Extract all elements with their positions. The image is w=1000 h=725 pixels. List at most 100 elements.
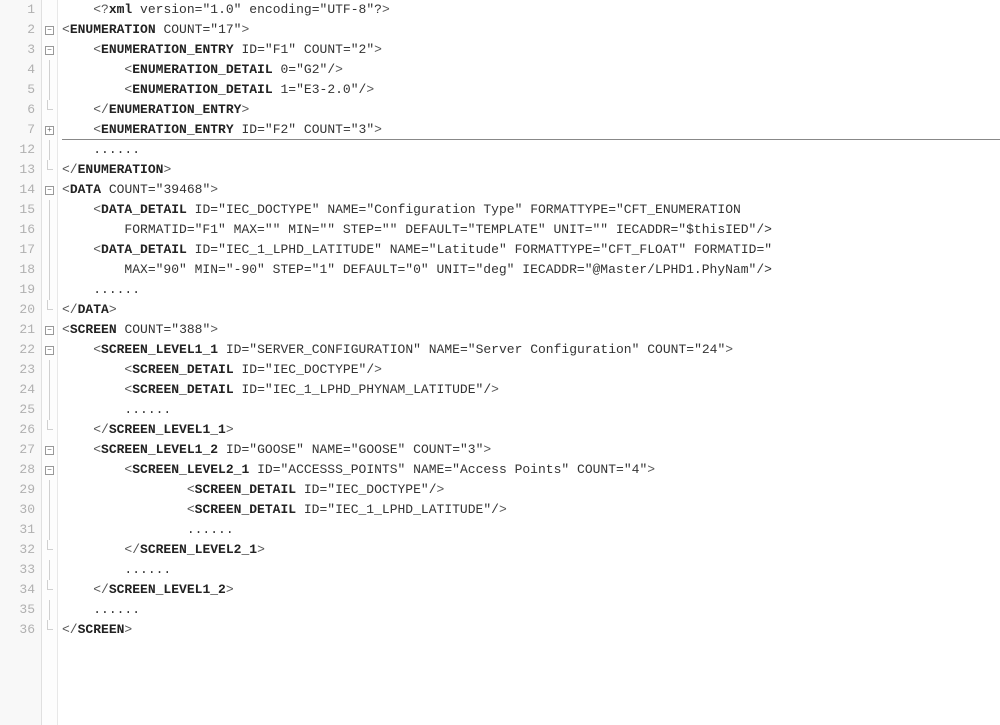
code-line[interactable]: ...... (62, 280, 1000, 300)
fold-collapse-icon[interactable]: − (45, 326, 54, 335)
line-number: 23 (0, 360, 41, 380)
fold-expand-icon[interactable]: + (45, 126, 54, 135)
fold-guide-icon (49, 360, 50, 380)
fold-end-icon (47, 420, 53, 430)
fold-end-icon (47, 160, 53, 170)
code-line[interactable]: <SCREEN_DETAIL ID="IEC_1_LPHD_LATITUDE"/… (62, 500, 1000, 520)
fold-guide-icon (49, 60, 50, 80)
line-number: 1 (0, 0, 41, 20)
code-line[interactable]: <SCREEN_LEVEL2_1 ID="ACCESSS_POINTS" NAM… (62, 460, 1000, 480)
fold-guide-icon (49, 380, 50, 400)
fold-collapse-icon[interactable]: − (45, 186, 54, 195)
fold-cell (42, 360, 57, 380)
fold-cell (42, 60, 57, 80)
fold-collapse-icon[interactable]: − (45, 346, 54, 355)
fold-cell: − (42, 340, 57, 360)
code-line[interactable]: </SCREEN_LEVEL2_1> (62, 540, 1000, 560)
fold-guide-icon (49, 220, 50, 240)
code-line[interactable]: <SCREEN COUNT="388"> (62, 320, 1000, 340)
fold-cell (42, 160, 57, 180)
code-line[interactable]: </DATA> (62, 300, 1000, 320)
line-number: 36 (0, 620, 41, 640)
fold-guide-icon (49, 600, 50, 620)
code-line[interactable]: </SCREEN_LEVEL1_2> (62, 580, 1000, 600)
line-number: 28 (0, 460, 41, 480)
fold-collapse-icon[interactable]: − (45, 446, 54, 455)
fold-cell (42, 620, 57, 640)
code-area[interactable]: <?xml version="1.0" encoding="UTF-8"?><E… (58, 0, 1000, 725)
code-line[interactable]: </SCREEN_LEVEL1_1> (62, 420, 1000, 440)
line-number: 12 (0, 140, 41, 160)
fold-guide-icon (49, 260, 50, 280)
line-number: 16 (0, 220, 41, 240)
fold-cell (42, 500, 57, 520)
fold-cell (42, 140, 57, 160)
code-line[interactable]: <SCREEN_DETAIL ID="IEC_DOCTYPE"/> (62, 360, 1000, 380)
fold-cell (42, 420, 57, 440)
line-number: 2 (0, 20, 41, 40)
fold-cell: − (42, 460, 57, 480)
line-number: 21 (0, 320, 41, 340)
code-line[interactable]: ...... (62, 560, 1000, 580)
code-line[interactable]: <ENUMERATION_ENTRY ID="F1" COUNT="2"> (62, 40, 1000, 60)
fold-cell: − (42, 40, 57, 60)
line-number: 14 (0, 180, 41, 200)
code-line[interactable]: <DATA_DETAIL ID="IEC_DOCTYPE" NAME="Conf… (62, 200, 1000, 220)
fold-guide-icon (49, 520, 50, 540)
fold-cell (42, 300, 57, 320)
fold-guide-icon (49, 140, 50, 160)
line-number: 25 (0, 400, 41, 420)
code-line[interactable]: ...... (62, 520, 1000, 540)
fold-guide-icon (49, 80, 50, 100)
code-line[interactable]: <DATA_DETAIL ID="IEC_1_LPHD_LATITUDE" NA… (62, 240, 1000, 260)
code-line[interactable]: <SCREEN_DETAIL ID="IEC_1_LPHD_PHYNAM_LAT… (62, 380, 1000, 400)
code-line[interactable]: <DATA COUNT="39468"> (62, 180, 1000, 200)
line-number: 4 (0, 60, 41, 80)
code-line[interactable]: <ENUMERATION_DETAIL 1="E3-2.0"/> (62, 80, 1000, 100)
fold-collapse-icon[interactable]: − (45, 466, 54, 475)
fold-collapse-icon[interactable]: − (45, 26, 54, 35)
fold-cell: − (42, 320, 57, 340)
line-number: 15 (0, 200, 41, 220)
code-line[interactable]: FORMATID="F1" MAX="" MIN="" STEP="" DEFA… (62, 220, 1000, 240)
fold-end-icon (47, 300, 53, 310)
fold-cell: − (42, 180, 57, 200)
code-line[interactable]: <SCREEN_LEVEL1_2 ID="GOOSE" NAME="GOOSE"… (62, 440, 1000, 460)
line-number: 6 (0, 100, 41, 120)
code-line[interactable]: </ENUMERATION_ENTRY> (62, 100, 1000, 120)
code-line[interactable]: MAX="90" MIN="-90" STEP="1" DEFAULT="0" … (62, 260, 1000, 280)
line-number: 19 (0, 280, 41, 300)
code-line[interactable]: <ENUMERATION COUNT="17"> (62, 20, 1000, 40)
line-number: 33 (0, 560, 41, 580)
fold-cell (42, 600, 57, 620)
fold-column: − − + − − − − − (42, 0, 58, 725)
line-number: 29 (0, 480, 41, 500)
code-line[interactable]: <SCREEN_DETAIL ID="IEC_DOCTYPE"/> (62, 480, 1000, 500)
fold-cell (42, 540, 57, 560)
code-line[interactable]: <?xml version="1.0" encoding="UTF-8"?> (62, 0, 1000, 20)
code-line[interactable]: </SCREEN> (62, 620, 1000, 640)
code-line[interactable]: ...... (62, 600, 1000, 620)
code-line[interactable]: ...... (62, 140, 1000, 160)
fold-cell (42, 200, 57, 220)
fold-cell (42, 520, 57, 540)
fold-cell (42, 580, 57, 600)
fold-cell (42, 80, 57, 100)
fold-collapse-icon[interactable]: − (45, 46, 54, 55)
line-number-gutter: 1234567121314151617181920212223242526272… (0, 0, 42, 725)
code-line[interactable]: <SCREEN_LEVEL1_1 ID="SERVER_CONFIGURATIO… (62, 340, 1000, 360)
fold-cell: − (42, 20, 57, 40)
code-line[interactable]: <ENUMERATION_DETAIL 0="G2"/> (62, 60, 1000, 80)
fold-cell (42, 560, 57, 580)
code-line[interactable]: </ENUMERATION> (62, 160, 1000, 180)
line-number: 7 (0, 120, 41, 140)
code-line[interactable]: ...... (62, 400, 1000, 420)
fold-cell (42, 400, 57, 420)
fold-end-icon (47, 100, 53, 110)
line-number: 27 (0, 440, 41, 460)
fold-cell (42, 220, 57, 240)
fold-end-icon (47, 620, 53, 630)
fold-end-icon (47, 540, 53, 550)
line-number: 26 (0, 420, 41, 440)
code-line[interactable]: <ENUMERATION_ENTRY ID="F2" COUNT="3"> (62, 120, 1000, 140)
